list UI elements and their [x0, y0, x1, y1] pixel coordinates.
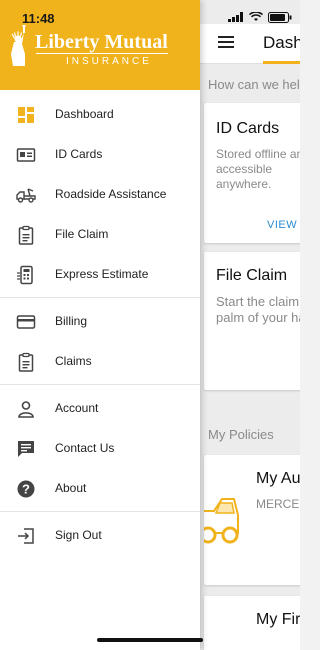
dashboard-icon — [18, 107, 34, 123]
home-indicator[interactable] — [97, 638, 203, 642]
my-policies-heading: My Policies — [208, 427, 274, 442]
drawer-item-sign-out[interactable]: Sign Out — [0, 516, 200, 556]
phone-estimate-icon — [17, 265, 33, 285]
drawer-item-label: Express Estimate — [55, 267, 149, 281]
drawer-item-label: Claims — [55, 354, 92, 368]
file-claim-card-title: File Claim — [216, 267, 288, 284]
id-cards-card[interactable]: ID Cards Stored offline and accessible a… — [204, 103, 300, 243]
drawer-item-claims[interactable]: Claims — [0, 342, 200, 382]
statue-of-liberty-logo-icon — [11, 25, 26, 66]
drawer-item-label: Roadside Assistance — [55, 187, 167, 201]
car-icon — [204, 498, 239, 544]
drawer-divider — [0, 511, 200, 512]
drawer-item-about[interactable]: ? About — [0, 469, 200, 509]
status-indicators — [228, 10, 292, 24]
clipboard-icon — [18, 352, 34, 372]
clipboard-icon — [18, 225, 34, 245]
drawer-item-billing[interactable]: Billing — [0, 302, 200, 342]
drawer-item-file-claim[interactable]: File Claim — [0, 215, 200, 255]
tow-truck-icon — [16, 188, 36, 203]
menu-icon[interactable] — [218, 36, 234, 48]
drawer-item-label: About — [55, 481, 87, 495]
id-card-icon — [16, 148, 36, 162]
drawer-item-label: Dashboard — [55, 107, 114, 121]
page-title: Dash — [263, 33, 300, 52]
drawer-item-contact-us[interactable]: Contact Us — [0, 429, 200, 469]
drawer-item-label: File Claim — [55, 227, 109, 241]
app-header: Dash — [200, 24, 300, 64]
file-claim-card[interactable]: File Claim Start the claim palm of your … — [204, 252, 300, 390]
view-id-cards-link[interactable]: VIEW C — [267, 219, 300, 231]
other-policy-title: My Fir — [256, 611, 300, 628]
brand-name: Liberty Mutual — [35, 31, 168, 53]
other-policy-card[interactable]: My Fir — [204, 596, 300, 650]
help-icon: ? — [17, 480, 35, 498]
svg-text:?: ? — [22, 482, 30, 497]
id-cards-card-title: ID Cards — [216, 120, 280, 137]
drawer-item-id-cards[interactable]: ID Cards — [0, 135, 200, 175]
drawer-item-label: Contact Us — [55, 441, 115, 455]
auto-policy-vehicle: MERCE — [256, 497, 300, 511]
sign-out-icon — [18, 528, 34, 544]
file-claim-card-body: Start the claim palm of your ha — [216, 294, 300, 325]
drawer-item-account[interactable]: Account — [0, 389, 200, 429]
drawer-header: 11:48 Liberty Mutual INSURANCE — [0, 0, 200, 90]
person-icon — [18, 401, 34, 418]
brand-divider — [36, 53, 168, 54]
drawer-item-express-estimate[interactable]: Express Estimate — [0, 255, 200, 295]
credit-card-icon — [16, 315, 36, 329]
drawer-divider — [0, 297, 200, 298]
id-cards-card-body: Stored offline and accessible anywhere. — [216, 147, 300, 191]
drawer-item-label: Sign Out — [55, 528, 102, 542]
drawer-item-label: Account — [55, 401, 99, 415]
auto-policy-card[interactable]: My Au MERCE — [204, 455, 300, 585]
drawer-item-roadside-assistance[interactable]: Roadside Assistance — [0, 175, 200, 215]
navigation-drawer: 11:48 Liberty Mutual INSURANCE Dashboard… — [0, 0, 200, 650]
drawer-item-dashboard[interactable]: Dashboard — [0, 95, 200, 135]
auto-policy-title: My Au — [256, 470, 300, 487]
cellular-signal-icon — [228, 12, 243, 22]
help-prompt: How can we hel — [208, 77, 300, 92]
chat-icon — [18, 441, 34, 457]
drawer-item-label: Billing — [55, 314, 88, 328]
drawer-item-label: ID Cards — [55, 147, 103, 161]
brand-subtitle: INSURANCE — [66, 56, 152, 67]
tab-indicator — [263, 61, 300, 64]
drawer-divider — [0, 384, 200, 385]
wifi-icon — [249, 12, 263, 21]
battery-icon — [268, 11, 292, 23]
